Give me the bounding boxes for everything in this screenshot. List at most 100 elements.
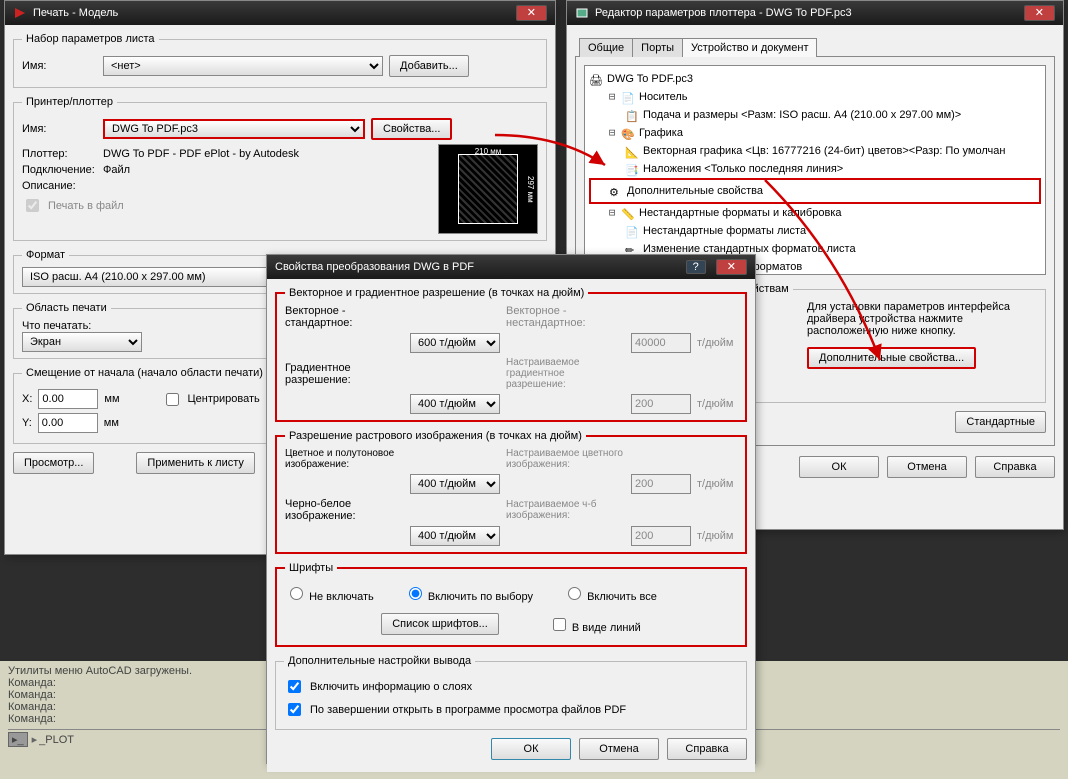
help-button[interactable]: Справка — [975, 456, 1055, 478]
gradient-select[interactable]: 400 т/дюйм — [410, 394, 500, 414]
preview-button[interactable]: Просмотр... — [13, 452, 94, 474]
media-icon: 📄 — [621, 90, 635, 104]
tab-general[interactable]: Общие — [579, 38, 633, 57]
bw-label: Черно-белое изображение: — [285, 498, 404, 522]
output-settings-legend: Дополнительные настройки вывода — [284, 655, 475, 667]
center-label: Центрировать — [188, 393, 260, 405]
tree-graphics[interactable]: Графика — [639, 124, 683, 142]
no-include-radio-label[interactable]: Не включать — [285, 584, 374, 603]
vector-custom-unit: т/дюйм — [697, 337, 737, 349]
color-select[interactable]: 400 т/дюйм — [410, 474, 500, 494]
tree-vector-graphics[interactable]: Векторная графика <Цв: 16777216 (24-бит)… — [643, 142, 1005, 160]
offset-legend: Смещение от начала (начало области печат… — [22, 367, 267, 379]
tree-media-feed[interactable]: Подача и размеры <Разм: ISO расш. A4 (21… — [643, 106, 961, 124]
gradient-label: Градиентное разрешение: — [285, 362, 404, 386]
include-all-radio[interactable] — [568, 587, 581, 600]
y-input[interactable] — [38, 413, 98, 433]
close-icon[interactable]: ✕ — [516, 5, 547, 21]
ok-button[interactable]: ОК — [799, 456, 879, 478]
fonts-group: Шрифты Не включать Включить по выбору Вк… — [275, 562, 747, 647]
vector-custom-label: Векторное - нестандартное: — [506, 305, 625, 329]
cancel-button[interactable]: Отмена — [887, 456, 967, 478]
print-area-legend: Область печати — [22, 302, 111, 314]
center-checkbox[interactable] — [166, 393, 179, 406]
tree-media[interactable]: Носитель — [639, 88, 688, 106]
feed-icon: 📋 — [625, 108, 639, 122]
vector-gradient-legend: Векторное и градиентное разрешение (в то… — [285, 287, 588, 299]
graphics-icon: 🎨 — [621, 126, 635, 140]
vector-default-select[interactable]: 600 т/дюйм — [410, 333, 500, 353]
printer-plotter-legend: Принтер/плоттер — [22, 96, 117, 108]
plotter-editor-titlebar: Редактор параметров плоттера - DWG To PD… — [567, 1, 1063, 25]
app-icon — [13, 6, 27, 20]
printer-plotter-group: Принтер/плоттер Имя: DWG To PDF.pc3 Свой… — [13, 96, 547, 241]
tree-root[interactable]: DWG To PDF.pc3 — [607, 70, 693, 88]
tree-custom-props[interactable]: Дополнительные свойства — [627, 182, 763, 200]
output-settings-group: Дополнительные настройки вывода Включить… — [275, 655, 747, 730]
tree-custom-formats[interactable]: Нестандартные форматы и калибровка — [639, 204, 842, 222]
vector-custom-input — [631, 333, 691, 353]
tab-device[interactable]: Устройство и документ — [682, 38, 817, 57]
color-custom-label: Настраиваемое цветного изображения: — [506, 448, 625, 470]
color-label: Цветное и полутоновое изображение: — [285, 448, 404, 470]
include-selected-radio-label[interactable]: Включить по выбору — [404, 584, 533, 603]
defaults-button[interactable]: Стандартные — [955, 411, 1046, 433]
custom-props-button[interactable]: Дополнительные свойства... — [807, 347, 976, 369]
bw-custom-unit: т/дюйм — [697, 530, 737, 542]
console-icon[interactable]: ▸_ — [8, 732, 28, 747]
description-label: Описание: — [22, 180, 97, 192]
open-after-label: По завершении открыть в программе просмо… — [310, 704, 626, 716]
sheet-icon: 📄 — [625, 224, 639, 238]
no-include-radio[interactable] — [290, 587, 303, 600]
sheet-params-legend: Набор параметров листа — [22, 33, 159, 45]
what-print-select[interactable]: Экран — [22, 332, 142, 352]
include-all-radio-label[interactable]: Включить все — [563, 584, 657, 603]
expander-icon[interactable]: ⊟ — [607, 88, 617, 106]
color-custom-input — [631, 474, 691, 494]
print-titlebar: Печать - Модель ✕ — [5, 1, 555, 25]
font-list-button[interactable]: Список шрифтов... — [381, 613, 499, 635]
vector-default-label: Векторное - стандартное: — [285, 305, 404, 329]
cancel-button[interactable]: Отмена — [579, 738, 659, 760]
fonts-legend: Шрифты — [285, 562, 337, 574]
expander-icon[interactable]: ⊟ — [607, 124, 617, 142]
gradient-custom-input — [631, 394, 691, 414]
sheet-params-group: Набор параметров листа Имя: <нет> Добави… — [13, 33, 547, 88]
props-text1: Для установки параметров интерфейса — [807, 301, 1037, 313]
sheet-name-select[interactable]: <нет> — [103, 56, 383, 76]
tree-custom-sheet[interactable]: Нестандартные форматы листа — [643, 222, 806, 240]
gradient-custom-unit: т/дюйм — [697, 398, 737, 410]
pdf-props-title: Свойства преобразования DWG в PDF — [275, 261, 474, 273]
properties-button[interactable]: Свойства... — [371, 118, 452, 140]
x-unit: мм — [104, 393, 119, 405]
tab-ports[interactable]: Порты — [632, 38, 683, 57]
paper-preview: 210 мм 297 мм — [438, 144, 538, 234]
add-button[interactable]: Добавить... — [389, 55, 469, 77]
help-icon[interactable]: ? — [686, 260, 706, 274]
include-selected-radio[interactable] — [409, 587, 422, 600]
as-lines-label[interactable]: В виде линий — [549, 615, 641, 634]
bw-custom-label: Настраиваемое ч-б изображения: — [506, 499, 625, 521]
include-layer-label: Включить информацию о слоях — [310, 681, 472, 693]
apply-to-sheet-button[interactable]: Применить к листу — [136, 452, 255, 474]
device-tree[interactable]: 🖨DWG To PDF.pc3 ⊟📄Носитель 📋Подача и раз… — [584, 65, 1046, 275]
bw-custom-input — [631, 526, 691, 546]
printer-name-select[interactable]: DWG To PDF.pc3 — [103, 119, 365, 139]
close-icon[interactable]: ✕ — [1024, 5, 1055, 21]
close-icon[interactable]: ✕ — [716, 259, 747, 275]
console-chevron-icon: ▸ — [32, 733, 38, 746]
pdf-props-titlebar: Свойства преобразования DWG в PDF ? ✕ — [267, 255, 755, 279]
ok-button[interactable]: ОК — [491, 738, 571, 760]
x-input[interactable] — [38, 389, 98, 409]
help-button[interactable]: Справка — [667, 738, 747, 760]
open-after-checkbox[interactable] — [288, 703, 301, 716]
as-lines-checkbox[interactable] — [553, 618, 566, 631]
plotter-icon — [575, 6, 589, 20]
plotter-tabs: Общие Порты Устройство и документ — [575, 33, 1055, 57]
include-layer-checkbox[interactable] — [288, 680, 301, 693]
expander-icon[interactable]: ⊟ — [607, 204, 617, 222]
props-text2: драйвера устройства нажмите — [807, 313, 1037, 325]
y-label: Y: — [22, 417, 32, 429]
tree-overlay[interactable]: Наложения <Только последняя линия> — [643, 160, 843, 178]
bw-select[interactable]: 400 т/дюйм — [410, 526, 500, 546]
